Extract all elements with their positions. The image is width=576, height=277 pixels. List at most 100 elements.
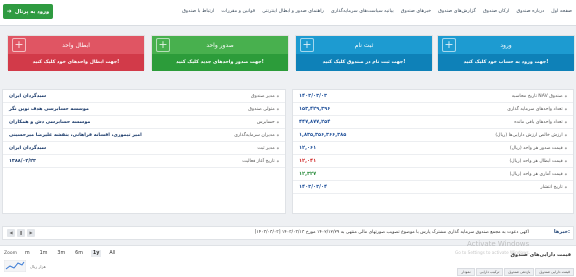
info-label: حسابرس bbox=[257, 120, 279, 125]
nav-item-home[interactable]: صفحه اول bbox=[551, 9, 572, 14]
stat-value: ۱۴۰۳/۰۳/۰۳ bbox=[299, 93, 328, 99]
nav-item-investment-policy[interactable]: بیانیه سیاست‌های سرمایه‌گذاری bbox=[331, 9, 394, 14]
stat-label: تاریخ انتشار bbox=[540, 185, 567, 190]
plus-icon: + bbox=[12, 38, 26, 52]
stat-label: قیمت آماری هر واحد (ریال) bbox=[510, 172, 567, 177]
info-value: موسسه حسابرسی دش و همکاران bbox=[9, 119, 91, 125]
zoom-option-1m[interactable]: 1m bbox=[38, 250, 50, 257]
portal-login-button[interactable]: ➜ ورود به پرتال bbox=[3, 4, 53, 19]
news-headline[interactable]: [۱۴۰۳/۰۳/۰۳] اکهی دعوت به مجمع صندوق سرم… bbox=[255, 230, 529, 235]
register-card-header: + ثبت نام bbox=[296, 36, 432, 54]
top-navigation-bar: ➜ ورود به پرتال صفحه اول درباره صندوق ار… bbox=[0, 0, 576, 26]
login-card-header: + ورود bbox=[438, 36, 574, 54]
nav-item-regulations[interactable]: قوانین و مقررات bbox=[221, 9, 255, 14]
tab-fund-return[interactable]: بازدهی صندوق bbox=[504, 268, 535, 276]
news-tag: خبرها: bbox=[553, 229, 570, 235]
zoom-option-1y[interactable]: 1y bbox=[90, 250, 102, 257]
stat-row: ۴۴۷,۸۷۷,۲۵۴ تعداد واحدهای باقی مانده bbox=[293, 116, 573, 129]
windows-activation-hint: Go to Settings to activate Windows. bbox=[455, 250, 531, 255]
stat-value: ۱,۸۳۵,۳۵۶,۳۶۶,۳۸۵ bbox=[299, 132, 347, 138]
plus-icon: + bbox=[442, 38, 456, 52]
zoom-option-all[interactable]: All bbox=[107, 250, 117, 257]
redeem-card-header: + ابطال واحد bbox=[8, 36, 144, 54]
ticker-pause-icon[interactable]: ❚ bbox=[17, 229, 25, 237]
login-card[interactable]: + ورود جهت ورود به حساب خود کلیک کنید! bbox=[437, 35, 575, 71]
issue-card[interactable]: + صدور واحد جهت صدور واحدهای جدید کلیک ک… bbox=[151, 35, 289, 71]
stat-row: ۱,۸۳۵,۳۵۶,۳۶۶,۳۸۵ ارزش خالص ارزش دارایی‌ه… bbox=[293, 129, 573, 142]
tab-asset-mix[interactable]: ترکیب دارایی bbox=[475, 268, 504, 276]
stat-row: ۱۴۰۳/۰۳/۰۳ تاریخ محاسبه NAV صندوق bbox=[293, 90, 573, 103]
stat-row: ۱۲,۳۲۷ قیمت آماری هر واحد (ریال) bbox=[293, 168, 573, 181]
nav-item-contact[interactable]: ارتباط با صندوق bbox=[182, 9, 214, 14]
zoom-option-3m[interactable]: 3m bbox=[55, 250, 67, 257]
stat-label: ارزش خالص ارزش دارایی‌ها (ریال) bbox=[495, 133, 567, 138]
info-row: موسسه حسابرسی دش و همکاران حسابرس bbox=[3, 116, 285, 129]
register-card[interactable]: + ثبت نام جهت ثبت نام در صندوق کلیک کنید… bbox=[295, 35, 433, 71]
windows-activation-watermark: Activate Windows bbox=[467, 240, 530, 248]
fund-info-panel: سبدگردان ایران مدیر صندوق موسسه حسابرسی ه… bbox=[2, 89, 286, 214]
issue-card-footer: جهت صدور واحدهای جدید کلیک کنید! bbox=[152, 54, 288, 71]
zoom-option-m[interactable]: m bbox=[23, 250, 32, 257]
zoom-option-6m[interactable]: 6m bbox=[73, 250, 85, 257]
news-ticker: خبرها: [۱۴۰۳/۰۳/۰۳] اکهی دعوت به مجمع صن… bbox=[2, 226, 574, 240]
nav-item-online-guide[interactable]: راهنمای صدور و ابطال اینترنتی bbox=[262, 9, 324, 14]
login-arrow-icon: ➜ bbox=[6, 8, 12, 15]
info-label: مدیران سرمایه‌گذاری bbox=[234, 133, 279, 138]
stat-label: قیمت ابطال هر واحد (ریال) bbox=[510, 159, 567, 164]
stat-value: ۱۴۰۳/۰۳/۰۴ bbox=[299, 184, 328, 190]
tab-chart[interactable]: نمودار bbox=[457, 268, 475, 276]
stat-value: ۱۲,۰۶۱ bbox=[299, 145, 317, 151]
info-label: مدیر صندوق bbox=[251, 94, 279, 99]
stat-label: تعداد واحدهای سرمایه گذاری bbox=[507, 107, 567, 112]
asset-subtabs: قیمت دارایی صندوق بازدهی صندوق ترکیب دار… bbox=[457, 268, 574, 276]
redeem-card-footer: جهت ابطال واحدهای خود کلیک کنید! bbox=[8, 54, 144, 71]
zoom-bar: Zoom m 1m 3m 6m 1y All bbox=[4, 250, 117, 257]
stat-row: ۱۲,۰۶۱ قیمت صدور هر واحد (ریال) bbox=[293, 142, 573, 155]
main-menu: صفحه اول درباره صندوق ارکان صندوق گزارش‌… bbox=[182, 4, 572, 18]
stat-value: ۱۲,۰۴۱ bbox=[299, 158, 317, 164]
stat-label: تاریخ محاسبه NAV صندوق bbox=[512, 94, 567, 99]
info-value: ۱۳۸۸/۰۲/۲۴ bbox=[9, 158, 36, 164]
info-label: مدیر ثبت bbox=[257, 146, 279, 151]
info-value: سبدگردان ایران bbox=[9, 145, 47, 151]
info-value: امیر تیموری، افسانه فراهانی، بنفشه علیرض… bbox=[9, 132, 142, 138]
ticker-prev-icon[interactable]: ◀ bbox=[7, 229, 15, 237]
info-label: متولی صندوق bbox=[248, 107, 279, 112]
stat-value: ۴۴۷,۸۷۷,۲۵۴ bbox=[299, 119, 331, 125]
nav-item-about[interactable]: درباره صندوق bbox=[516, 9, 544, 14]
chart-unit-label: هزار ریال bbox=[30, 264, 46, 269]
stat-label: تعداد واحدهای باقی مانده bbox=[514, 120, 567, 125]
info-row: امیر تیموری، افسانه فراهانی، بنفشه علیرض… bbox=[3, 129, 285, 142]
stat-value: ۱۵۳,۴۲۹,۳۹۶ bbox=[299, 106, 331, 112]
nav-item-pillars[interactable]: ارکان صندوق bbox=[483, 9, 510, 14]
ticker-next-icon[interactable]: ▶ bbox=[27, 229, 35, 237]
login-card-title: ورود bbox=[500, 41, 512, 49]
nav-item-news[interactable]: خبرهای صندوق bbox=[401, 9, 431, 14]
chart-thumbnail-icon bbox=[4, 260, 26, 272]
issue-card-title: صدور واحد bbox=[206, 41, 234, 49]
ticker-controls: ◀ ❚ ▶ bbox=[7, 229, 37, 239]
stat-row: ۱۴۰۳/۰۳/۰۴ تاریخ انتشار bbox=[293, 181, 573, 194]
info-label: تاریخ آغاز فعالیت bbox=[242, 159, 279, 164]
redeem-card[interactable]: + ابطال واحد جهت ابطال واحدهای خود کلیک … bbox=[7, 35, 145, 71]
info-value: موسسه حسابرسی هدف نوین نگر bbox=[9, 106, 89, 112]
register-card-title: ثبت نام bbox=[354, 41, 374, 49]
plus-icon: + bbox=[300, 38, 314, 52]
zoom-label: Zoom bbox=[4, 251, 17, 256]
issue-card-header: + صدور واحد bbox=[152, 36, 288, 54]
login-card-footer: جهت ورود به حساب خود کلیک کنید! bbox=[438, 54, 574, 71]
info-row: سبدگردان ایران مدیر صندوق bbox=[3, 90, 285, 103]
plus-icon: + bbox=[156, 38, 170, 52]
nav-item-reports[interactable]: گزارش‌های صندوق bbox=[438, 9, 476, 14]
redeem-card-title: ابطال واحد bbox=[62, 41, 90, 49]
fund-stats-panel: ۱۴۰۳/۰۳/۰۳ تاریخ محاسبه NAV صندوق ۱۵۳,۴۲۹… bbox=[292, 89, 574, 214]
info-row: موسسه حسابرسی هدف نوین نگر متولی صندوق bbox=[3, 103, 285, 116]
stat-label: قیمت صدور هر واحد (ریال) bbox=[510, 146, 567, 151]
register-card-footer: جهت ثبت نام در صندوق کلیک کنید! bbox=[296, 54, 432, 71]
info-row: ۱۳۸۸/۰۲/۲۴ تاریخ آغاز فعالیت bbox=[3, 155, 285, 168]
stat-row: ۱۵۳,۴۲۹,۳۹۶ تعداد واحدهای سرمایه گذاری bbox=[293, 103, 573, 116]
portal-login-label: ورود به پرتال bbox=[14, 8, 50, 15]
stat-value: ۱۲,۳۲۷ bbox=[299, 171, 317, 177]
tab-asset-value[interactable]: قیمت دارایی صندوق bbox=[535, 268, 574, 276]
info-value: سبدگردان ایران bbox=[9, 93, 47, 99]
